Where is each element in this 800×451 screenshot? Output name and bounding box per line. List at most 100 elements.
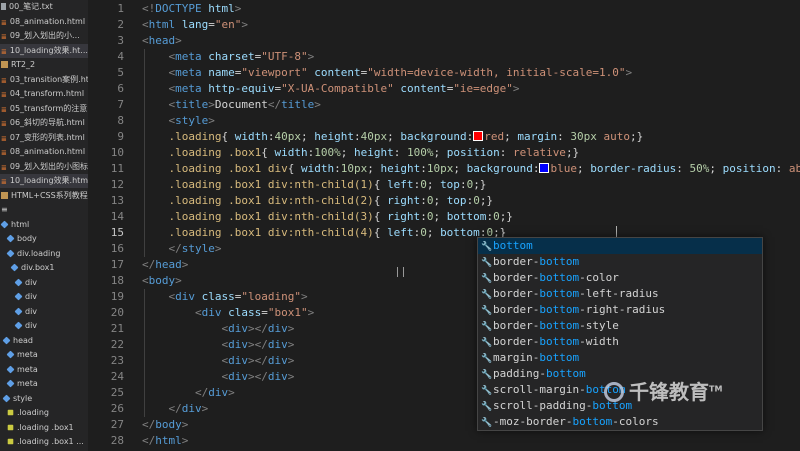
code-line[interactable]: .loading{ width:40px; height:40px; backg… — [142, 129, 644, 145]
sidebar-item[interactable]: div — [0, 276, 88, 290]
sidebar-item[interactable]: div — [0, 319, 88, 333]
code-line[interactable]: <div></div> — [142, 369, 294, 385]
wrench-icon: 🔧 — [481, 274, 493, 284]
html-icon: ≣ — [1, 149, 7, 157]
code-token: right — [387, 194, 421, 207]
sidebar-item[interactable]: ≣ 08_animation.html — [0, 145, 88, 159]
cube-icon — [14, 321, 23, 330]
sidebar-item[interactable]: meta — [0, 377, 88, 391]
code-line[interactable]: </head> — [142, 257, 188, 273]
suggestion-item[interactable]: 🔧border-bottom — [478, 254, 762, 270]
code-line[interactable]: .loading .box1 div:nth-child(1){ left: 0;… — [142, 177, 487, 193]
code-token: meta — [175, 82, 202, 95]
sidebar-item-label: .loading .box1 — [17, 422, 74, 432]
code-line[interactable]: .loading .box1 div:nth-child(4){ left:0;… — [142, 225, 507, 241]
sidebar-item[interactable]: ≣ 10_loading效果.html — [0, 174, 88, 188]
suggestion-text: border- — [493, 319, 540, 332]
sidebar-item[interactable]: style — [0, 392, 88, 406]
suggestion-text: padding- — [493, 367, 546, 380]
code-token: > — [241, 18, 248, 31]
code-line[interactable]: <div></div> — [142, 353, 294, 369]
sidebar-item[interactable]: meta — [0, 348, 88, 362]
code-token: top — [446, 194, 467, 207]
code-line[interactable]: </div> — [142, 385, 235, 401]
code-token: > — [181, 258, 189, 271]
code-token: <! — [142, 2, 156, 15]
sidebar-item[interactable]: meta — [0, 363, 88, 377]
html-icon: ≣ — [1, 120, 7, 128]
sidebar-item[interactable]: body — [0, 232, 88, 246]
code-token: 0 — [420, 226, 427, 239]
suggestion-item[interactable]: 🔧border-bottom-color — [478, 270, 762, 286]
suggestion-item[interactable]: 🔧bottom — [478, 238, 762, 254]
sidebar-item[interactable]: ≣ 10_loading效果.ht... — [0, 43, 88, 58]
code-line[interactable]: .loading .box1 div{ width:10px; height:1… — [142, 161, 800, 177]
sidebar-item[interactable]: 00_笔记.txt — [0, 0, 88, 14]
sidebar-item[interactable]: ≣ 06_斜切的导航.html — [0, 116, 88, 130]
code-line[interactable]: </html> — [142, 433, 188, 449]
code-line[interactable]: <style> — [142, 113, 215, 129]
sidebar-item[interactable]: ≣ 09_划入划出的小图标... — [0, 160, 88, 174]
code-token: </ — [267, 98, 282, 111]
code-line[interactable]: <title>Document</title> — [142, 97, 321, 113]
color-swatch[interactable] — [473, 131, 484, 141]
wrench-icon: 🔧 — [481, 306, 493, 316]
code-line[interactable]: <body> — [142, 273, 182, 289]
sidebar-item[interactable]: div — [0, 305, 88, 319]
code-line[interactable]: <div></div> — [142, 321, 294, 337]
sidebar-item[interactable]: html — [0, 218, 88, 232]
code-line[interactable]: <html lang="en"> — [142, 17, 248, 33]
sidebar-item[interactable]: ≣ 08_animation.html — [0, 15, 88, 29]
sidebar-item[interactable]: .loading .box1 — [0, 421, 88, 435]
code-line[interactable]: <meta charset="UTF-8"> — [142, 49, 315, 65]
code-line[interactable]: </style> — [142, 241, 222, 257]
code-line[interactable]: </body> — [142, 417, 188, 433]
suggestion-match: bottom — [539, 271, 580, 284]
code-line[interactable]: <meta http-equiv="X-UA-Compatible" conte… — [142, 81, 520, 97]
sidebar-item[interactable]: ≣ 09_划入划出的小... — [0, 29, 88, 43]
color-swatch[interactable] — [539, 163, 550, 173]
suggestion-item[interactable]: 🔧border-bottom-right-radius — [478, 302, 762, 318]
file-icon — [1, 3, 6, 10]
suggestion-item[interactable]: 🔧-moz-border-bottom-colors — [478, 414, 762, 430]
sidebar-item[interactable]: ≣ 07_变形的列表.html — [0, 131, 88, 145]
code-line[interactable]: <meta name="viewport" content="width=dev… — [142, 65, 633, 81]
code-line[interactable]: <!DOCTYPE html> — [142, 1, 241, 17]
sidebar-item[interactable]: HTML+CSS系列教程... — [0, 189, 88, 203]
sidebar-item[interactable]: RT2_2 — [0, 58, 88, 72]
code-line[interactable]: <div class="box1"> — [142, 305, 314, 321]
suggestion-text: -left-radius — [579, 287, 659, 300]
code-line[interactable]: <div class="loading"> — [142, 289, 308, 305]
sidebar-item[interactable]: head — [0, 334, 88, 348]
code-token: head — [155, 258, 182, 271]
suggestion-item[interactable]: 🔧border-bottom-left-radius — [478, 286, 762, 302]
line-number: 28 — [110, 434, 124, 447]
code-token: ; — [453, 162, 467, 175]
suggestion-item[interactable]: 🔧border-bottom-width — [478, 334, 762, 350]
sidebar-item[interactable]: .loading .box1 ... — [0, 435, 88, 449]
sidebar-item[interactable]: div.loading — [0, 247, 88, 261]
code-line[interactable]: <head> — [142, 33, 182, 49]
sidebar-item[interactable]: div — [0, 290, 88, 304]
sidebar-item[interactable]: ≣ 04_transform.html — [0, 87, 88, 101]
suggestion-item[interactable]: 🔧border-bottom-style — [478, 318, 762, 334]
code-token: "viewport" — [241, 66, 308, 79]
sidebar-item-label: html — [11, 219, 30, 229]
sidebar-item[interactable]: div.box1 — [0, 261, 88, 275]
code-line[interactable]: .loading .box1 div:nth-child(2){ right: 0… — [142, 193, 494, 209]
code-token: 0 — [420, 178, 427, 191]
line-number: 14 — [110, 210, 124, 223]
code-token: 0 — [493, 210, 500, 223]
code-line[interactable]: </div> — [142, 401, 209, 417]
line-number: 9 — [117, 130, 124, 143]
suggestion-item[interactable]: 🔧margin-bottom — [478, 350, 762, 366]
sidebar-item[interactable]: ≣ 05_transform的注意... — [0, 102, 88, 116]
sidebar-item[interactable]: ≣03_transition案例.html — [0, 73, 88, 87]
code-line[interactable]: <div></div> — [142, 337, 294, 353]
code-line[interactable]: .loading .box1 div:nth-child(3){ right: 0… — [142, 209, 513, 225]
sidebar-item[interactable]: ≡ — [0, 203, 88, 217]
sidebar-item-label: 09_划入划出的小... — [9, 31, 80, 40]
code-line[interactable]: .loading .box1{ width:100%; height: 100%… — [142, 145, 580, 161]
sidebar-item[interactable]: .loading — [0, 406, 88, 420]
